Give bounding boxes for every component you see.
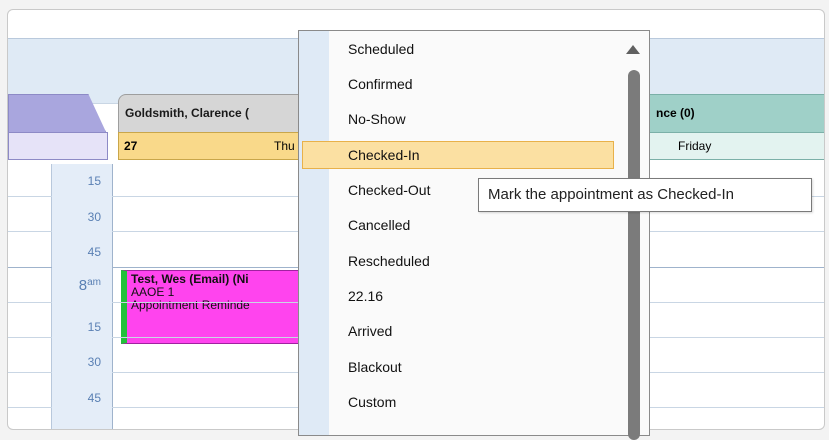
time-label-text: 30 (87, 355, 101, 369)
grid-line (8, 372, 52, 373)
status-menu-item-checked-in[interactable]: Checked-In (302, 141, 614, 169)
grid-line (648, 302, 824, 303)
quarter-hour-label: 45 (51, 391, 101, 405)
status-menu-item-confirmed[interactable]: Confirmed (302, 70, 614, 98)
status-menu-item-rescheduled[interactable]: Rescheduled (302, 247, 614, 275)
status-dropdown-menu[interactable]: Scheduled Confirmed No-Show Checked-In Check… (298, 30, 650, 440)
status-menu-item-22-16[interactable]: 22.16 (302, 282, 614, 310)
grid-line (648, 231, 824, 232)
grid-line (118, 337, 313, 338)
grid-line (8, 407, 52, 408)
quarter-hour-label: 45 (51, 245, 101, 259)
quarter-hour-label: 15 (51, 320, 101, 334)
grid-line (648, 267, 824, 268)
provider-column-header[interactable]: Goldsmith, Clarence ( (118, 94, 313, 132)
status-menu-item-arrived[interactable]: Arrived (302, 317, 614, 345)
status-tooltip: Mark the appointment as Checked-In (478, 178, 812, 212)
menu-scrollbar[interactable] (617, 31, 649, 440)
weekday-label: Thu (274, 139, 295, 153)
quarter-hour-label: 30 (51, 210, 101, 224)
time-label-text: 45 (87, 391, 101, 405)
time-label-text: 8 (78, 277, 88, 294)
next-provider-column-header[interactable]: nce (0) (648, 94, 824, 132)
appointment-block[interactable]: Test, Wes (Email) (Ni AAOE 1 Appointment… (121, 270, 307, 344)
next-weekday-label: Friday (678, 139, 712, 153)
grid-line (118, 196, 313, 197)
status-menu-item-custom[interactable]: Custom (302, 388, 614, 416)
grid-line (8, 267, 52, 268)
grid-line (8, 196, 52, 197)
grid-line (118, 231, 313, 232)
grid-line (8, 231, 52, 232)
date-number: 27 (124, 139, 138, 153)
scrollbar-thumb[interactable] (628, 70, 640, 440)
status-menu-item-cancelled[interactable]: Cancelled (302, 211, 614, 239)
time-label-text: 45 (87, 245, 101, 259)
previous-provider-day-bar (8, 132, 108, 160)
status-menu-item-no-show[interactable]: No-Show (302, 105, 614, 133)
time-label-text: 15 (87, 320, 101, 334)
next-provider-day-bar: Friday (648, 132, 824, 160)
time-label-suffix: am (87, 277, 101, 288)
grid-line (648, 407, 824, 408)
time-label-text: 15 (87, 174, 101, 188)
grid-line (8, 337, 52, 338)
quarter-hour-label: 15 (51, 174, 101, 188)
grid-line (648, 337, 824, 338)
quarter-hour-label: 30 (51, 355, 101, 369)
grid-line (648, 372, 824, 373)
time-label-text: 30 (87, 210, 101, 224)
status-menu-item-scheduled[interactable]: Scheduled (302, 35, 614, 63)
grid-line (118, 372, 313, 373)
grid-line (118, 302, 313, 303)
scroll-up-arrow-icon[interactable] (626, 45, 640, 54)
hour-label: 8am (51, 277, 101, 294)
grid-line (118, 407, 313, 408)
grid-line (118, 267, 313, 268)
appointment-note: Appointment Reminde (131, 298, 250, 312)
status-menu-item-blackout[interactable]: Blackout (302, 353, 614, 381)
grid-line (8, 302, 52, 303)
provider-date-bar: 27 Thu (118, 132, 313, 160)
